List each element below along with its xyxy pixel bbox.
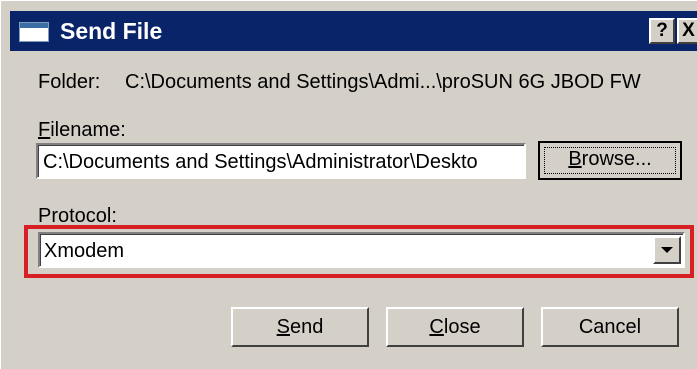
send-button[interactable]: Send: [231, 307, 369, 347]
filename-input[interactable]: C:\Documents and Settings\Administrator\…: [36, 143, 526, 179]
send-mnemonic: S: [276, 316, 290, 338]
folder-label: Folder:: [38, 71, 101, 93]
close-window-button[interactable]: X: [677, 18, 697, 44]
close-label-rest: lose: [443, 316, 481, 338]
filename-label-rest: ilename:: [50, 119, 126, 141]
filename-value: C:\Documents and Settings\Administrator\…: [43, 151, 478, 173]
send-label-rest: end: [289, 316, 324, 338]
browse-button[interactable]: Browse...: [538, 141, 682, 180]
help-button[interactable]: ?: [649, 18, 675, 44]
folder-path: C:\Documents and Settings\Admi...\proSUN…: [125, 71, 641, 93]
protocol-selected-value: Xmodem: [44, 240, 125, 262]
filename-label: Filename:: [38, 118, 126, 142]
cancel-button[interactable]: Cancel: [541, 307, 679, 347]
chevron-down-icon[interactable]: [653, 236, 681, 264]
window-title: Send File: [60, 18, 163, 44]
focus-rect: [544, 147, 676, 174]
close-mnemonic: C: [429, 316, 444, 338]
send-file-dialog: Send File ? X Folder: C:\Documents and S…: [0, 0, 697, 369]
protocol-select[interactable]: Xmodem: [38, 232, 685, 268]
window-icon: [19, 22, 49, 42]
title-bar[interactable]: Send File ? X: [10, 11, 697, 51]
close-button[interactable]: Close: [386, 307, 524, 347]
filename-label-mnemonic: F: [38, 119, 51, 141]
